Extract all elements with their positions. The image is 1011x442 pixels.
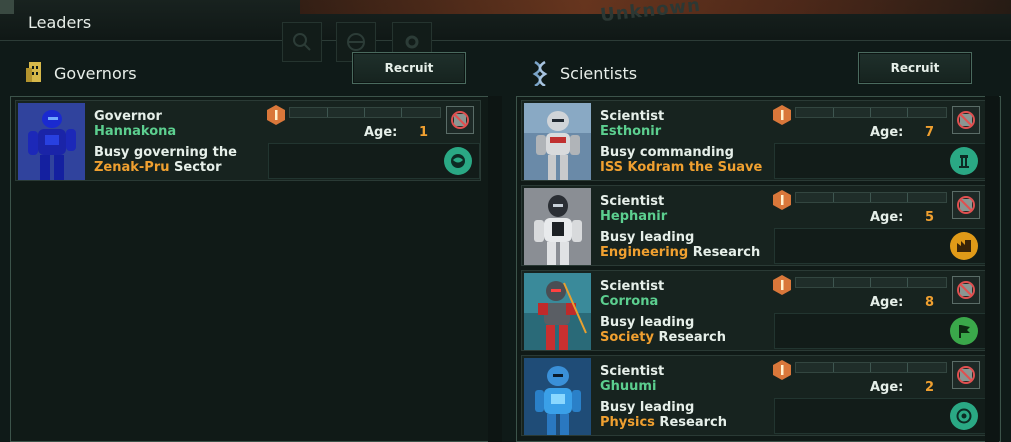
leader-role: Scientist	[600, 364, 665, 379]
governors-panel: Governors Recruit Governor Hannakona Bus…	[0, 46, 502, 442]
leader-card[interactable]: Scientist Ghuumi Busy leading Physics Re…	[521, 355, 987, 436]
age-value: 2	[925, 380, 935, 395]
leader-portrait	[524, 103, 591, 180]
experience-bar	[795, 362, 947, 373]
assignment-suffix: Sector	[169, 160, 222, 175]
assignment-target[interactable]: Society	[600, 330, 654, 345]
assignment-target[interactable]: Zenak-Pru	[94, 160, 170, 175]
age-label: Age:	[870, 380, 904, 395]
governors-title: Governors	[54, 64, 137, 83]
governors-header: Governors Recruit	[0, 46, 502, 96]
governors-scrollbar[interactable]	[488, 96, 502, 442]
scientists-list: Scientist Esthonir Busy commanding ISS K…	[516, 96, 1001, 442]
leader-name[interactable]: Hannakona	[94, 124, 176, 139]
recruit-governor-button[interactable]: Recruit	[352, 52, 466, 84]
leader-role: Scientist	[600, 194, 665, 209]
experience-bar	[795, 107, 947, 118]
scientists-title: Scientists	[560, 64, 638, 83]
dismiss-icon	[957, 281, 975, 299]
dismiss-leader-button[interactable]	[952, 361, 980, 389]
dna-icon	[532, 60, 548, 90]
leader-card[interactable]: Scientist Hephanir Busy leading Engineer…	[521, 185, 987, 266]
dismiss-icon	[957, 111, 975, 129]
leader-assignment: Physics Research	[600, 415, 727, 430]
dismiss-leader-button[interactable]	[446, 106, 474, 134]
dismiss-leader-button[interactable]	[952, 276, 980, 304]
experience-bar	[795, 192, 947, 203]
leader-assignment: Zenak-Pru Sector	[94, 160, 221, 175]
physics-icon[interactable]	[950, 402, 978, 430]
dismiss-icon	[957, 196, 975, 214]
experience-bar	[289, 107, 441, 118]
leader-role: Scientist	[600, 109, 665, 124]
age-value: 5	[925, 210, 935, 225]
leader-status: Busy leading	[600, 315, 695, 330]
assignment-target[interactable]: Engineering	[600, 245, 688, 260]
leader-status: Busy commanding	[600, 145, 734, 160]
level-badge-icon	[773, 105, 791, 125]
leader-role: Scientist	[600, 279, 665, 294]
leader-portrait	[524, 273, 591, 350]
watermark-text: Unknown	[599, 0, 702, 27]
age-label: Age:	[364, 125, 398, 140]
assignment-suffix: Research	[654, 415, 727, 430]
leader-name[interactable]: Esthonir	[600, 124, 661, 139]
leader-portrait	[524, 188, 591, 265]
dismiss-leader-button[interactable]	[952, 106, 980, 134]
window-header: Unknown	[0, 0, 1011, 41]
governors-list: Governor Hannakona Busy governing the Ze…	[10, 96, 502, 442]
dismiss-leader-button[interactable]	[952, 191, 980, 219]
level-badge-icon	[773, 275, 791, 295]
assignment-suffix: Research	[653, 330, 727, 345]
leader-card[interactable]: Scientist Corrona Busy leading Society R…	[521, 270, 987, 351]
assignment-target[interactable]: ISS Kodram the Suave	[600, 160, 762, 175]
level-badge-icon	[267, 105, 285, 125]
assignment-suffix: Research	[688, 245, 761, 260]
engineering-icon[interactable]	[950, 232, 978, 260]
scientists-scrollbar[interactable]	[985, 96, 999, 442]
leader-assignment: ISS Kodram the Suave	[600, 160, 762, 175]
age-label: Age:	[870, 210, 904, 225]
leader-name[interactable]: Hephanir	[600, 209, 667, 224]
level-badge-icon	[773, 360, 791, 380]
leader-portrait	[524, 358, 591, 435]
age-value: 8	[925, 295, 935, 310]
window-title: Leaders	[28, 13, 92, 32]
planet-icon[interactable]	[444, 147, 472, 175]
window-corner	[0, 0, 14, 14]
leader-assignment: Society Research	[600, 330, 726, 345]
leader-portrait	[18, 103, 85, 180]
society-icon[interactable]	[950, 317, 978, 345]
recruit-scientist-button[interactable]: Recruit	[858, 52, 972, 84]
level-badge-icon	[773, 190, 791, 210]
experience-bar	[795, 277, 947, 288]
leader-status: Busy governing the	[94, 145, 237, 160]
age-label: Age:	[870, 125, 904, 140]
science-ship-icon[interactable]	[950, 147, 978, 175]
leader-role: Governor	[94, 109, 162, 124]
scientists-header: Scientists Recruit	[506, 46, 1011, 96]
age-label: Age:	[870, 295, 904, 310]
leader-name[interactable]: Corrona	[600, 294, 658, 309]
dismiss-icon	[451, 111, 469, 129]
leader-card[interactable]: Scientist Esthonir Busy commanding ISS K…	[521, 100, 987, 181]
leader-status: Busy leading	[600, 230, 695, 245]
leader-card[interactable]: Governor Hannakona Busy governing the Ze…	[15, 100, 481, 181]
age-value: 7	[925, 125, 935, 140]
leader-status: Busy leading	[600, 400, 695, 415]
dismiss-icon	[957, 366, 975, 384]
leader-assignment: Engineering Research	[600, 245, 760, 260]
assignment-target[interactable]: Physics	[600, 415, 655, 430]
governor-icon	[26, 60, 44, 88]
leader-name[interactable]: Ghuumi	[600, 379, 656, 394]
age-value: 1	[419, 125, 429, 140]
scientists-panel: Scientists Recruit Scientist Esthonir Bu…	[506, 46, 1011, 442]
